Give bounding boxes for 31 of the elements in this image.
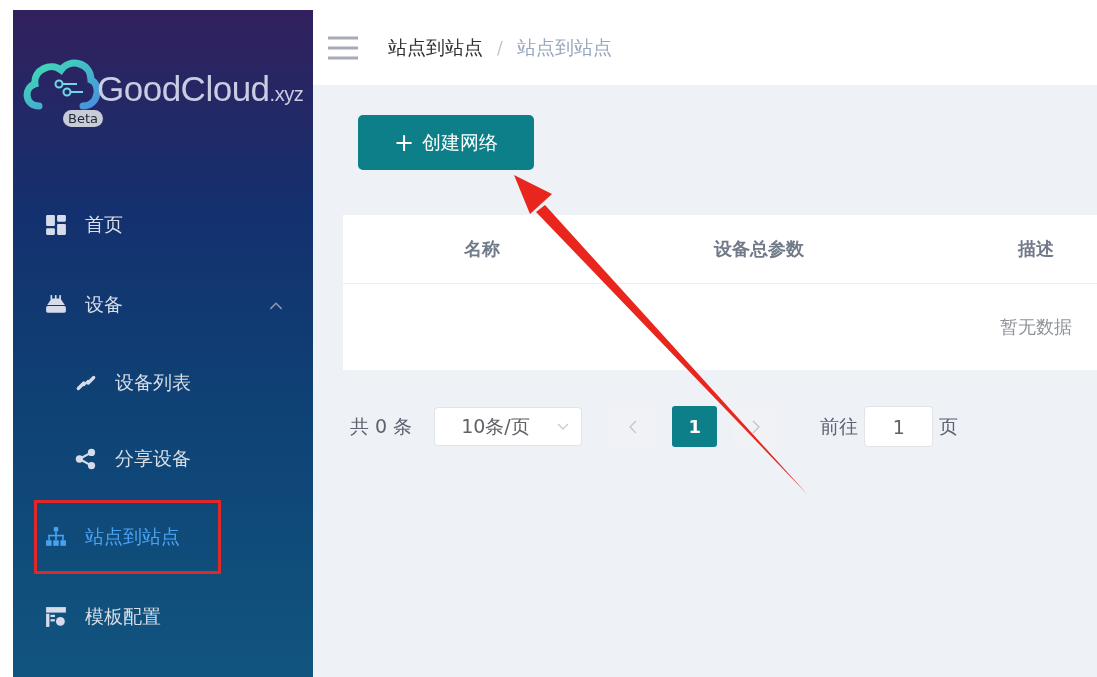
page-input[interactable]: 1 xyxy=(864,406,934,447)
breadcrumb-item: 站点到站点 xyxy=(516,34,612,60)
column-header: 名称 xyxy=(462,237,501,261)
goto-label: 前往 xyxy=(820,413,859,439)
submenu-item[interactable]: 设备列表 xyxy=(13,345,313,421)
menu-item[interactable]: 模板配置 xyxy=(13,577,313,657)
column-header: 设备总参数 xyxy=(712,237,805,261)
beta-badge: Beta xyxy=(63,110,103,127)
breadcrumb-separator: / xyxy=(497,37,503,58)
submenu-item[interactable]: 分享设备 xyxy=(13,421,313,497)
grid-icon xyxy=(45,214,67,236)
sitemap-icon xyxy=(45,526,67,548)
menu-item[interactable]: 站点到站点 xyxy=(34,500,221,574)
empty-text: 暂无数据 xyxy=(998,315,1073,339)
menu-item[interactable]: 设备 xyxy=(13,265,313,345)
column-header: 描述 xyxy=(1016,237,1055,261)
total-count: 共 0 条 xyxy=(350,413,413,439)
page-number[interactable]: 1 xyxy=(672,406,718,447)
page-size-select[interactable]: 10条/页 xyxy=(434,407,583,446)
chevron-right-icon xyxy=(751,419,760,434)
create-network-button[interactable]: + 创建网络 xyxy=(358,115,534,170)
share-icon xyxy=(75,448,97,470)
menu-icon[interactable] xyxy=(328,35,358,60)
chevron-down-icon xyxy=(557,422,570,431)
chevron-left-icon xyxy=(628,419,637,434)
table-gear-icon xyxy=(45,606,67,628)
router-icon xyxy=(45,294,67,316)
brand-name: GoodCloud.xyz xyxy=(97,68,304,109)
breadcrumb-item[interactable]: 站点到站点 xyxy=(388,34,483,61)
menu-item[interactable]: 首页 xyxy=(13,185,313,265)
page-suffix: 页 xyxy=(939,413,959,439)
